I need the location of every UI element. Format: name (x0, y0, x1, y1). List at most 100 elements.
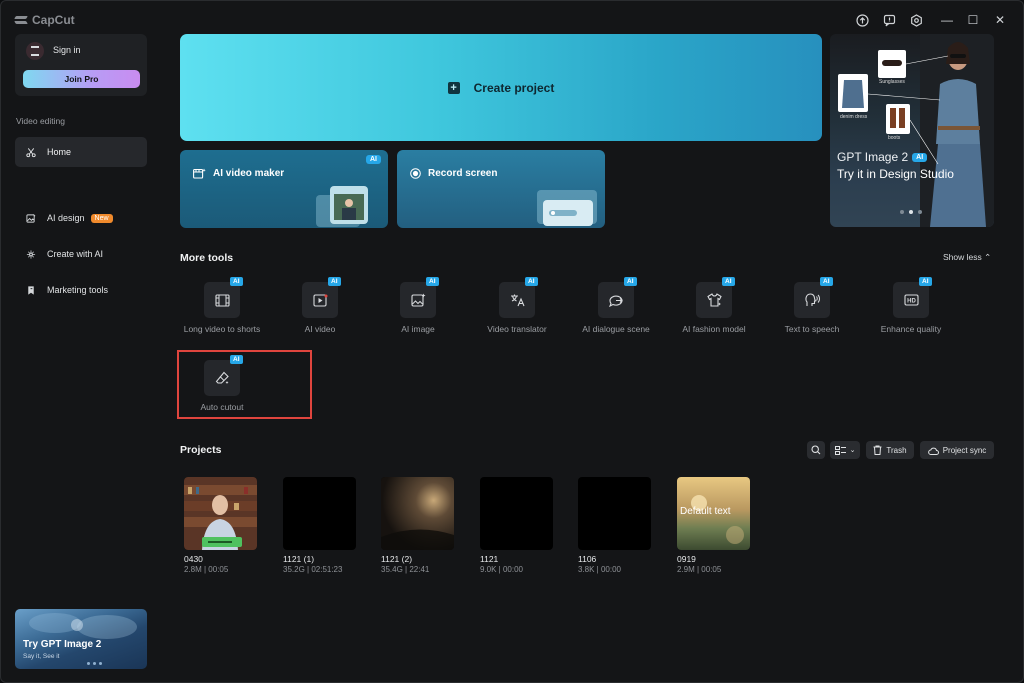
highlight-box (177, 350, 312, 419)
project-thumbnail[interactable] (184, 477, 257, 550)
ai-video-maker-label: AI video maker (213, 168, 285, 179)
thumbnail-overlay-text: Default text (680, 506, 731, 517)
project-name: 0919 (677, 554, 696, 564)
promo-pager (87, 662, 102, 665)
banner-title: GPT Image 2 AI (837, 150, 928, 164)
screen-preview (549, 210, 577, 216)
join-pro-button[interactable]: Join Pro (23, 70, 140, 88)
projects-heading: Projects (180, 444, 222, 456)
capcut-logo: CapCut (15, 13, 75, 27)
project-thumbnail[interactable] (283, 477, 356, 550)
ai-badge: AI (820, 277, 833, 286)
app-name: CapCut (32, 13, 75, 27)
ai-badge: AI (912, 152, 928, 162)
tool-video-translator[interactable]: AI Video translator (474, 277, 572, 346)
avatar[interactable] (26, 42, 44, 60)
upload-icon[interactable] (854, 12, 870, 28)
tool-long-video-to-shorts[interactable]: AI Long video to shorts (179, 277, 277, 346)
project-thumbnail[interactable] (578, 477, 651, 550)
create-project-button[interactable]: + Create project (180, 34, 822, 141)
scissors-icon (26, 147, 36, 157)
more-tools-heading: More tools (180, 252, 234, 264)
person-thumbnail (334, 194, 364, 220)
tool-label: AI dialogue scene (582, 324, 650, 334)
tunnel-light-thumbnail (381, 477, 454, 550)
sidebar-item-label: AI design (47, 213, 85, 223)
maximize-button[interactable]: ☐ (965, 12, 981, 28)
promo-banner[interactable]: Try GPT Image 2 Say it, See it (15, 609, 147, 669)
close-button[interactable]: ✕ (992, 12, 1008, 28)
decor-card (543, 200, 593, 226)
settings-gear-icon[interactable] (908, 12, 924, 28)
ai-badge: AI (722, 277, 735, 286)
chevron-down-icon: ⌄ (849, 447, 856, 454)
project-name: 1106 (578, 554, 597, 564)
marketing-icon (26, 285, 36, 295)
sidebar-item-home[interactable]: Home (15, 137, 147, 167)
app-window: CapCut — ☐ ✕ Sign in Join Pro Video edit… (0, 0, 1024, 683)
banner-pager[interactable] (900, 210, 922, 214)
promo-subtitle: Say it, See it (23, 653, 60, 660)
project-sync-label: Project sync (942, 445, 987, 455)
project-sync-button[interactable]: Project sync (920, 441, 994, 459)
film-icon (204, 282, 240, 318)
project-meta: 35.2G | 02:51:23 (283, 565, 343, 574)
new-badge: New (90, 213, 113, 223)
view-toggle-button[interactable]: ⌄ (830, 441, 860, 459)
tool-label: Text to speech (784, 324, 840, 334)
tool-ai-image[interactable]: AI AI image (375, 277, 473, 346)
sidebar-item-create-with-ai[interactable]: Create with AI (15, 243, 147, 265)
show-less-button[interactable]: Show less ⌃ (943, 252, 991, 263)
sparkle-icon (26, 249, 36, 259)
trash-button[interactable]: Trash (866, 441, 914, 459)
tool-enhance-quality[interactable]: HD AI Enhance quality (868, 277, 966, 346)
record-screen-title: Record screen (410, 168, 497, 179)
sidebar-item-marketing-tools[interactable]: Marketing tools (15, 279, 147, 301)
project-name: 1121 (2) (381, 554, 413, 564)
project-thumbnail[interactable]: Default text (677, 477, 750, 550)
ai-badge: AI (426, 277, 439, 286)
banner-subtitle: Try it in Design Studio (837, 167, 954, 181)
sidebar-item-label: Home (47, 147, 72, 157)
record-screen-card[interactable]: Record screen (397, 150, 605, 228)
grid-view-icon (834, 445, 846, 455)
ai-badge: AI (328, 277, 341, 286)
ai-video-maker-card[interactable]: AI video maker AI (180, 150, 388, 228)
minimize-button[interactable]: — (939, 12, 955, 28)
gpt-image-banner[interactable]: Sunglasses denim dress boots GPT Image 2… (830, 34, 994, 227)
project-meta: 3.8K | 00:00 (578, 565, 621, 574)
sign-in-link[interactable]: Sign in (53, 45, 81, 55)
account-card: Sign in Join Pro (15, 34, 147, 96)
project-meta: 2.8M | 00:05 (184, 565, 229, 574)
trash-icon (873, 445, 882, 455)
search-button[interactable] (807, 441, 825, 459)
tool-text-to-speech[interactable]: AI Text to speech (769, 277, 867, 346)
capcut-logo-icon (15, 15, 27, 25)
project-name: 1121 (1) (283, 554, 315, 564)
project-meta: 35.4G | 22:41 (381, 565, 430, 574)
search-icon (811, 445, 821, 455)
trash-label: Trash (886, 445, 907, 455)
project-name: 1121 (480, 554, 499, 564)
image-icon (400, 282, 436, 318)
decor-card (330, 186, 368, 224)
project-thumbnail[interactable] (480, 477, 553, 550)
sidebar-item-ai-design[interactable]: AI design New (15, 207, 147, 229)
ai-badge: AI (366, 155, 381, 164)
ai-badge: AI (525, 277, 538, 286)
sidebar-item-label: Create with AI (47, 249, 104, 259)
banner-tag: denim dress (840, 114, 868, 120)
ai-badge: AI (230, 277, 243, 286)
hd-icon: HD (893, 282, 929, 318)
ai-badge: AI (919, 277, 932, 286)
tool-ai-dialogue-scene[interactable]: AI AI dialogue scene (573, 277, 671, 346)
tool-label: Long video to shorts (183, 324, 261, 334)
tool-ai-video[interactable]: AI AI video (277, 277, 375, 346)
fashion-model-image (838, 34, 994, 227)
project-thumbnail[interactable] (381, 477, 454, 550)
chevron-up-icon: ⌃ (984, 252, 992, 262)
tool-ai-fashion-model[interactable]: AI AI fashion model (671, 277, 769, 346)
feedback-icon[interactable] (881, 12, 897, 28)
tool-label: AI image (401, 324, 435, 334)
tool-label: AI video (304, 324, 336, 334)
